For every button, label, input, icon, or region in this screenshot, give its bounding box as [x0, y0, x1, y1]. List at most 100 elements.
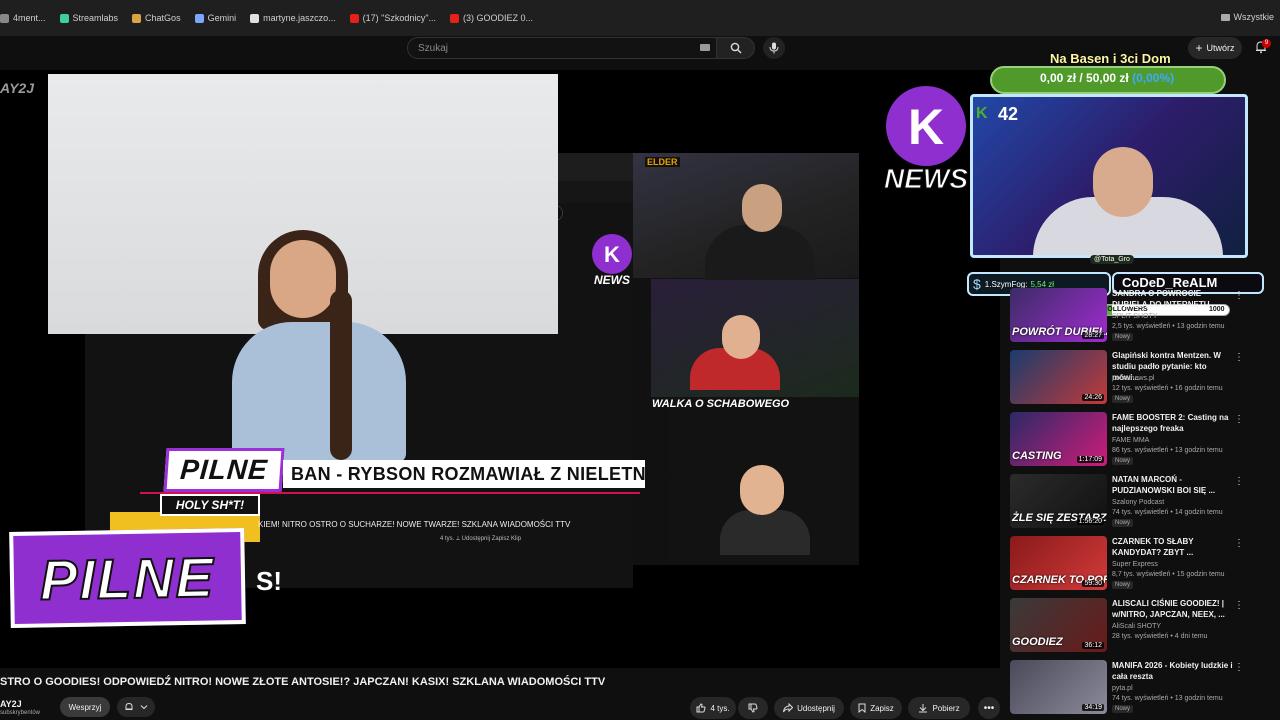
share-label: Udostępnij	[797, 703, 835, 713]
video-channel[interactable]: polsatnews.pl	[1112, 375, 1154, 382]
woman-shirt	[232, 322, 406, 462]
video-channel[interactable]: SPLIT SHOTY	[1112, 313, 1157, 320]
more-vertical-icon[interactable]: ⋮	[1234, 476, 1244, 487]
goal-values: 0,00 zł / 50,00 zł (0,00%)	[1040, 71, 1174, 85]
voice-search-button[interactable]	[763, 37, 785, 59]
more-vertical-icon[interactable]: ⋮	[1234, 600, 1244, 611]
bookmark-favicon-icon	[194, 13, 204, 23]
channel-name[interactable]: AY2J	[0, 699, 22, 709]
recommended-video[interactable]: POWRÓT DUBIELA 28:27 SANDRA O POWROCIE DUB…	[1010, 288, 1270, 344]
notification-badge: 9	[1262, 39, 1271, 48]
folder-icon	[1220, 13, 1230, 21]
inner-video-actions: 4 tys. ⟂ Udostępnij Zapisz Klip	[440, 536, 522, 542]
video-channel[interactable]: Super Express	[1112, 561, 1158, 568]
bookmark-favicon-icon	[450, 13, 460, 23]
new-badge: Nowy	[1112, 457, 1134, 465]
thumbs-down-icon	[748, 703, 758, 713]
video-channel[interactable]: pyta.pl	[1112, 685, 1133, 692]
video-thumbnail[interactable]: GOODIEZ 36:12	[1010, 598, 1107, 652]
keyboard-icon[interactable]	[700, 44, 710, 51]
save-button[interactable]: Zapisz	[850, 697, 902, 719]
pilne-small-badge: PILNE	[163, 448, 285, 492]
recommended-video[interactable]: CASTING 1:17:09 FAME BOOSTER 2: Casting na…	[1010, 412, 1270, 468]
svg-text:K: K	[908, 99, 944, 155]
bookmarks-bar: 4ment... Streamlabs ChatGos Gemini martyne.j…	[0, 0, 1280, 36]
create-button[interactable]: + Utwórz	[1188, 37, 1242, 59]
more-vertical-icon[interactable]: ⋮	[1234, 662, 1244, 673]
video-duration: 1:17:09	[1076, 456, 1104, 463]
bookmark-item[interactable]: (17) "Szkodnicy"...	[349, 13, 437, 23]
support-button[interactable]: Wesprzyj	[60, 697, 110, 717]
more-vertical-icon[interactable]: ⋮	[1234, 352, 1244, 363]
recommended-video[interactable]: CZARNEK TO PORAŻKA PiS59:30CZARNEK TO SŁ…	[1010, 536, 1270, 592]
video-meta: 74 tys. wyświetleń • 14 godzin temu	[1112, 509, 1223, 516]
bookmark-item[interactable]: Streamlabs	[59, 13, 118, 23]
pilne-small-text: PILNE	[179, 454, 269, 485]
dislike-button[interactable]	[738, 697, 768, 719]
video-thumbnail[interactable]: 24:26	[1010, 350, 1107, 404]
new-badge: Nowy	[1112, 581, 1134, 589]
svg-text:K: K	[604, 242, 620, 267]
create-label: Utwórz	[1206, 43, 1235, 53]
video-duration: 36:12	[1082, 642, 1104, 649]
big-s-text: S!	[256, 566, 282, 596]
video-thumbnail[interactable]: ŻLE SIĘ ZESTARZ 1:56:20	[1010, 474, 1107, 528]
bell-icon	[125, 702, 133, 710]
svg-text:NEWS: NEWS	[594, 273, 630, 287]
bookmark-favicon-icon	[59, 13, 69, 23]
video-channel[interactable]: Szalony Podcast	[1112, 499, 1164, 506]
video-meta: 2,5 tys. wyświetleń • 13 godzin temu	[1112, 323, 1225, 330]
video-thumbnail[interactable]: POWRÓT DUBIELA 28:27	[1010, 288, 1107, 342]
bookmark-item[interactable]: martyne.jaszczo...	[250, 13, 336, 23]
video-channel[interactable]: FAME MMA	[1112, 437, 1149, 444]
video-title[interactable]: NATAN MARCOŃ - PUDZIANOWSKI BOI SIĘ ...	[1112, 474, 1234, 496]
streamer-handle: @Tota_Gro	[1090, 255, 1134, 264]
search-input[interactable]: Szukaj	[407, 37, 717, 59]
like-count: 4 tys.	[710, 703, 730, 713]
download-label: Pobierz	[932, 703, 960, 713]
streamer-1-body	[705, 225, 815, 280]
like-button[interactable]: 4 tys.	[690, 697, 736, 719]
download-button[interactable]: Pobierz	[908, 697, 970, 719]
new-badge: Nowy	[1112, 519, 1134, 527]
video-title[interactable]: ALISCALI CIŚNIE GOODIEZ! | w/NITRO, JAPC…	[1112, 598, 1234, 620]
recommended-video[interactable]: GOODIEZ 36:12 ALISCALI CIŚNIE GOODIEZ! | w…	[1010, 598, 1270, 654]
goal-title: Na Basen i 3ci Dom	[1050, 51, 1171, 66]
subscription-bell-button[interactable]	[117, 697, 155, 717]
video-meta: 12 tys. wyświetleń • 16 godzin temu	[1112, 385, 1223, 392]
goal-separator: /	[1076, 71, 1087, 85]
video-duration: 1:56:20	[1076, 518, 1104, 525]
recommended-video[interactable]: 24:26 Glapiński kontra Mentzen. W studiu …	[1010, 350, 1270, 406]
search-button[interactable]	[717, 37, 755, 59]
new-badge: Nowy	[1112, 333, 1134, 341]
more-vertical-icon[interactable]: ⋮	[1234, 414, 1244, 425]
more-vertical-icon[interactable]: ⋮	[1234, 538, 1244, 549]
video-title[interactable]: SANDRA O POWROCIE DUBIELA DO INTERNETU	[1112, 288, 1234, 310]
plus-icon: +	[1195, 41, 1203, 55]
video-title[interactable]: MANIFA 2026 - Kobiety ludzkie i cała res…	[1112, 660, 1234, 682]
video-thumbnail[interactable]: CASTING 1:17:09	[1010, 412, 1107, 466]
walka-label: WALKA O SCHABOWEGO	[652, 398, 790, 410]
thumbnail-text: GOODIEZ	[1012, 636, 1063, 648]
video-title[interactable]: FAME BOOSTER 2: Casting na najlepszego f…	[1112, 412, 1234, 434]
more-vertical-icon[interactable]: ⋮	[1234, 290, 1244, 301]
video-title: STRO O GOODIES! ODPOWIEDŹ NITRO! NOWE ZŁ…	[0, 676, 606, 688]
bookmark-label: Gemini	[207, 13, 237, 23]
pilne-big-badge: PILNE	[9, 527, 246, 629]
recommended-video[interactable]: ŻLE SIĘ ZESTARZ 1:56:20 NATAN MARCOŃ - PUD…	[1010, 474, 1270, 530]
bookmark-label: ChatGos	[145, 13, 181, 23]
bookmark-label: (17) "Szkodnicy"...	[362, 13, 437, 23]
bookmark-item[interactable]: (3) GOODIEZ 0...	[450, 13, 533, 23]
video-thumbnail[interactable]: CZARNEK TO PORAŻKA PiS59:30	[1010, 536, 1107, 590]
more-actions-button[interactable]: •••	[978, 697, 1000, 719]
bookmark-item[interactable]: ChatGos	[132, 13, 181, 23]
goal-current: 0,00 zł	[1040, 71, 1077, 85]
video-channel[interactable]: AliScali SHOTY	[1112, 623, 1161, 630]
video-title[interactable]: CZARNEK TO SŁABY KANDYDAT? ZBYT ...	[1112, 536, 1234, 558]
all-bookmarks-button[interactable]: Wszystkie	[1220, 12, 1274, 22]
bookmark-item[interactable]: Gemini	[194, 13, 237, 23]
kick-logo-icon: K	[976, 105, 988, 122]
headline-bar: BAN - RYBSON ROZMAWIAŁ Z NIELETNIMI!	[283, 460, 678, 488]
bookmark-item[interactable]: 4ment...	[0, 13, 46, 23]
share-button[interactable]: Udostępnij	[774, 697, 844, 719]
